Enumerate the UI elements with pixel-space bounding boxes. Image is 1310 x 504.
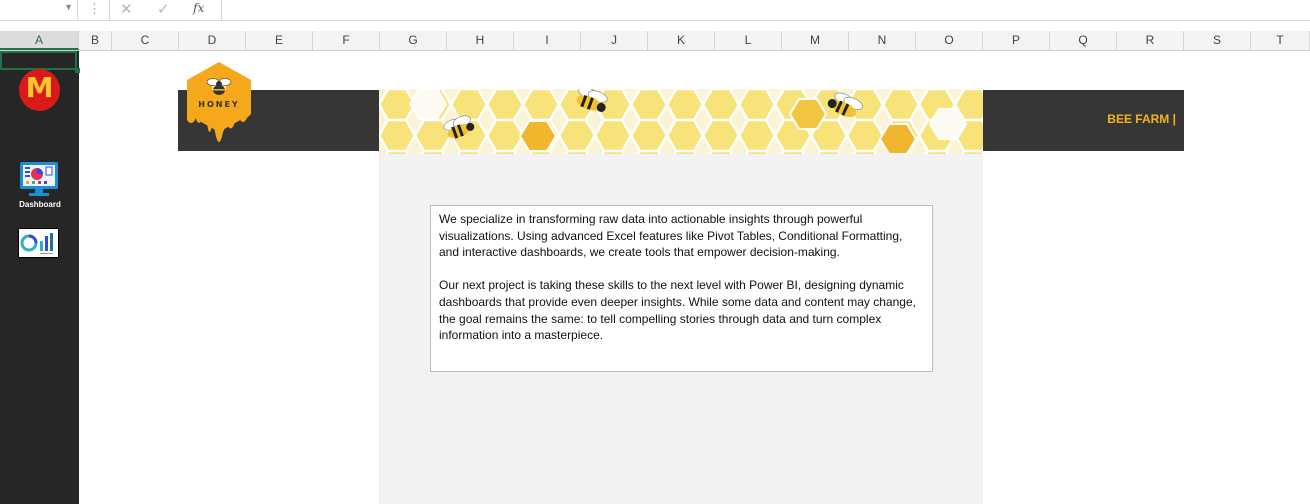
more-options-icon[interactable]: ⋮	[88, 1, 101, 17]
report-icon[interactable]	[18, 228, 59, 258]
column-header-m[interactable]: M	[782, 31, 849, 50]
description-textbox[interactable]: We specialize in transforming raw data i…	[430, 205, 933, 372]
formula-bar: ▼ ⋮ ✕ ✓ fx	[0, 0, 1310, 21]
sidebar	[0, 51, 79, 504]
column-header-g[interactable]: G	[380, 31, 447, 50]
selected-cell[interactable]	[0, 51, 77, 70]
column-header-q[interactable]: Q	[1050, 31, 1117, 50]
honey-logo: HONEY	[187, 62, 251, 142]
column-header-n[interactable]: N	[849, 31, 916, 50]
mcdonalds-logo[interactable]: M	[19, 69, 60, 111]
name-box[interactable]: ▼	[0, 0, 78, 19]
column-header-f[interactable]: F	[313, 31, 380, 50]
column-header-r[interactable]: R	[1117, 31, 1184, 50]
column-header-k[interactable]: K	[648, 31, 715, 50]
brand-title: BEE FARM |	[1107, 112, 1176, 126]
column-header-e[interactable]: E	[246, 31, 313, 50]
description-paragraph-2: Our next project is taking these skills …	[439, 278, 916, 343]
column-header-h[interactable]: H	[447, 31, 514, 50]
chevron-down-icon[interactable]: ▼	[64, 2, 73, 12]
close-icon[interactable]: ✕	[120, 0, 133, 18]
column-header-a[interactable]: A	[0, 31, 79, 50]
insert-function-button[interactable]: fx	[193, 1, 204, 15]
column-header-t[interactable]: T	[1251, 31, 1310, 50]
column-header-s[interactable]: S	[1184, 31, 1251, 50]
dashboard-label[interactable]: Dashboard	[8, 200, 72, 209]
column-header-o[interactable]: O	[916, 31, 983, 50]
formula-input[interactable]	[222, 0, 1310, 20]
banner-right: BEE FARM |	[983, 90, 1184, 151]
column-header-l[interactable]: L	[715, 31, 782, 50]
fill-handle[interactable]	[75, 68, 80, 73]
logo-letter: M	[25, 71, 54, 104]
dashboard-icon[interactable]	[18, 161, 60, 197]
column-header-i[interactable]: I	[514, 31, 581, 50]
column-header-b[interactable]: B	[79, 31, 112, 50]
column-header-d[interactable]: D	[179, 31, 246, 50]
column-header: A B C D E F G H I J K L M N O P Q R S T	[0, 31, 1310, 51]
check-icon[interactable]: ✓	[157, 0, 170, 18]
description-paragraph-1: We specialize in transforming raw data i…	[439, 212, 903, 260]
honey-logo-text: HONEY	[198, 100, 239, 109]
formula-bar-divider	[109, 0, 110, 20]
column-header-j[interactable]: J	[581, 31, 648, 50]
honeycomb-banner	[379, 89, 983, 154]
column-header-p[interactable]: P	[983, 31, 1050, 50]
column-header-c[interactable]: C	[112, 31, 179, 50]
